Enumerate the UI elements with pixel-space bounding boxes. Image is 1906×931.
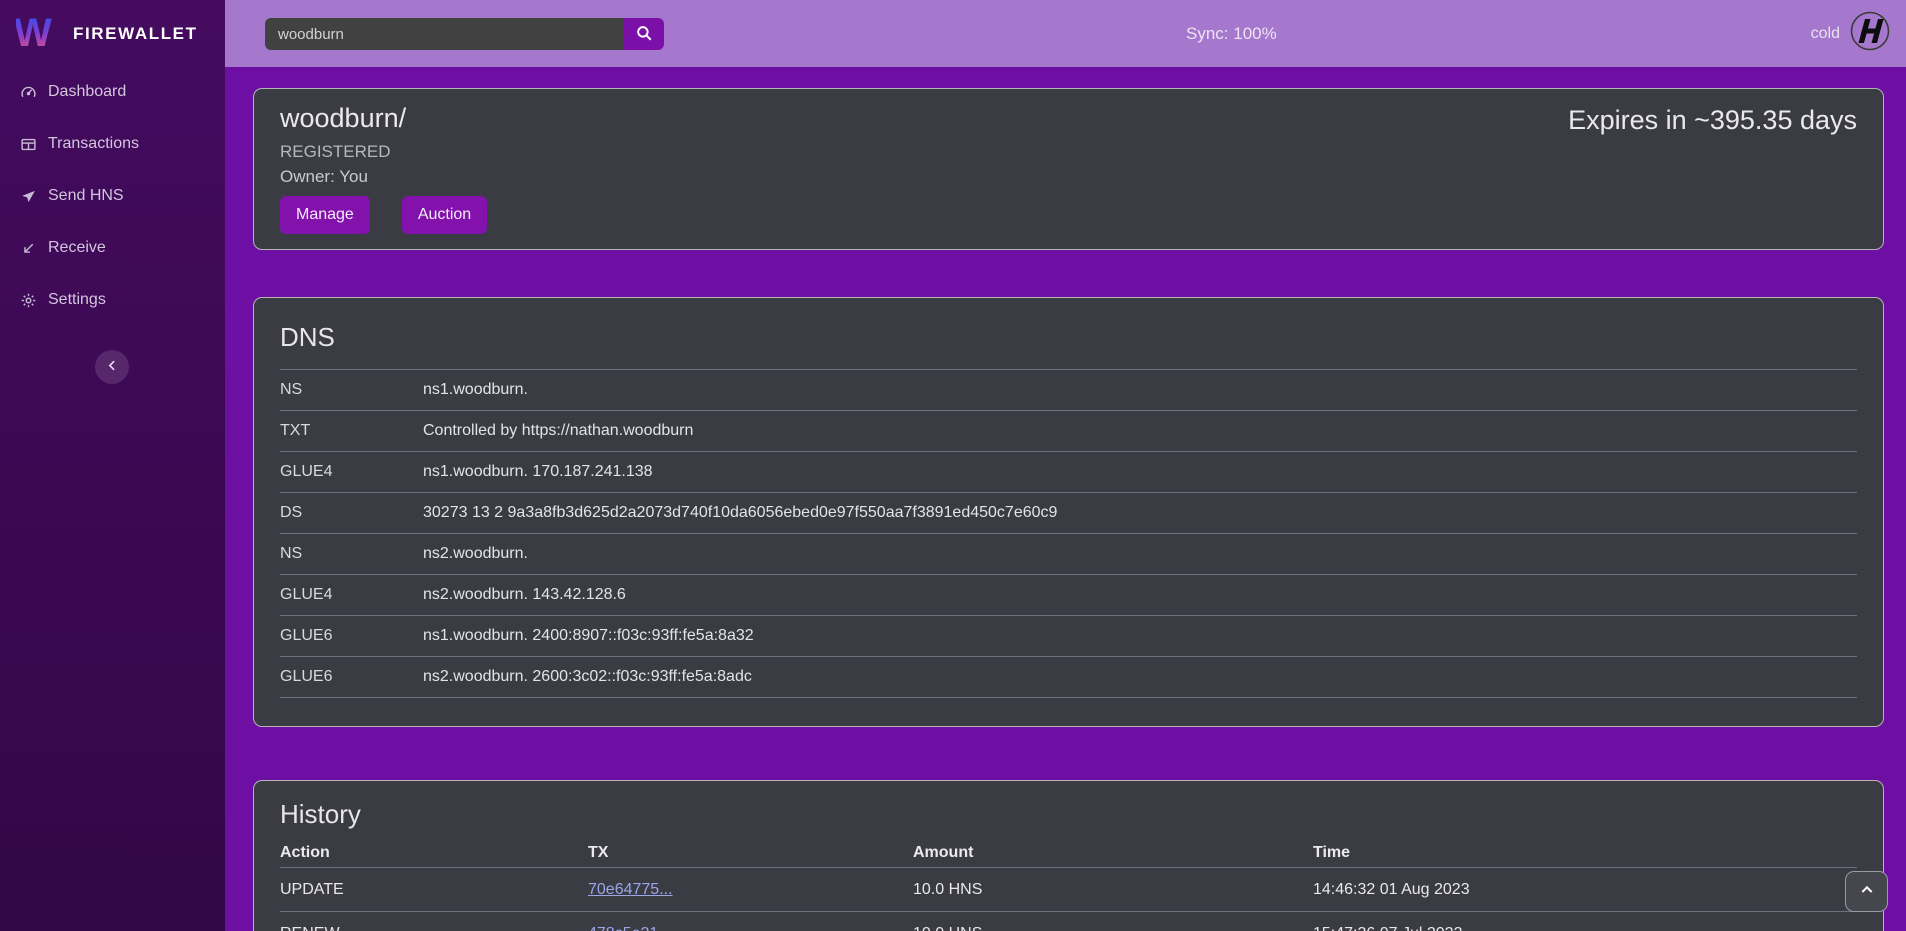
- dns-record-value: ns2.woodburn.: [423, 545, 528, 563]
- history-card-title: History: [280, 799, 1857, 830]
- dns-record-value: ns1.woodburn. 170.187.241.138: [423, 463, 653, 481]
- sidebar-item-label: Transactions: [48, 135, 139, 153]
- domain-status: REGISTERED: [280, 142, 1857, 162]
- domain-card: woodburn/ REGISTERED Owner: You Manage A…: [253, 88, 1884, 250]
- search-icon: [635, 24, 653, 45]
- app: { "theme": { "background": "#6c0fa2", "s…: [0, 0, 1906, 931]
- dns-record-row: DS30273 13 2 9a3a8fb3d625d2a2073d740f10d…: [280, 493, 1857, 534]
- domain-owner: Owner: You: [280, 167, 1857, 187]
- dns-record-type: DS: [280, 504, 423, 522]
- sidebar-item-label: Dashboard: [48, 83, 126, 101]
- history-table-header: Action TX Amount Time: [280, 838, 1857, 868]
- history-amount: 10.0 HNS: [913, 881, 1313, 899]
- wallet-selector[interactable]: cold: [1811, 0, 1890, 67]
- chevron-up-icon: [1859, 882, 1875, 901]
- history-row: UPDATE70e64775... 10.0 HNS14:46:32 01 Aug…: [280, 868, 1857, 912]
- domain-actions: Manage Auction: [280, 196, 1857, 234]
- sidebar-item-label: Settings: [48, 291, 106, 309]
- dns-record-value: ns2.woodburn. 143.42.128.6: [423, 586, 626, 604]
- brand: W FIREWALLET: [0, 0, 225, 54]
- history-amount: 10.0 HNS: [913, 925, 1313, 931]
- sidebar-item-send-hns[interactable]: Send HNS: [0, 170, 225, 222]
- dns-record-type: TXT: [280, 422, 423, 440]
- brand-name: FIREWALLET: [73, 24, 198, 44]
- handshake-icon: [1850, 11, 1890, 56]
- sidebar-item-transactions[interactable]: Transactions: [0, 118, 225, 170]
- sync-status: Sync: 100%: [1186, 0, 1277, 67]
- tx-link[interactable]: 70e64775...: [588, 881, 673, 898]
- dns-record-value: ns1.woodburn.: [423, 381, 528, 399]
- dns-record-row: TXTControlled by https://nathan.woodburn: [280, 411, 1857, 452]
- dns-table: NSns1.woodburn.TXTControlled by https://…: [280, 369, 1857, 698]
- dns-record-type: GLUE4: [280, 463, 423, 481]
- history-action: RENEW: [280, 925, 588, 931]
- history-tx-cell: 478c5e21...: [588, 925, 913, 931]
- dns-record-row: NSns2.woodburn.: [280, 534, 1857, 575]
- dns-card-title: DNS: [280, 322, 1857, 353]
- dns-record-row: GLUE4ns1.woodburn. 170.187.241.138: [280, 452, 1857, 493]
- history-action: UPDATE: [280, 881, 588, 899]
- dns-record-type: GLUE4: [280, 586, 423, 604]
- dns-record-type: NS: [280, 381, 423, 399]
- scroll-to-top-button[interactable]: [1845, 871, 1888, 912]
- receive-icon: [19, 240, 37, 257]
- dns-record-type: GLUE6: [280, 668, 423, 686]
- auction-button[interactable]: Auction: [402, 196, 487, 234]
- column-header-action: Action: [280, 844, 588, 862]
- dns-record-value: ns1.woodburn. 2400:8907::f03c:93ff:fe5a:…: [423, 627, 754, 645]
- dns-record-row: GLUE6ns2.woodburn. 2600:3c02::f03c:93ff:…: [280, 657, 1857, 698]
- history-time: 14:46:32 01 Aug 2023: [1313, 881, 1857, 899]
- dns-record-row: GLUE6ns1.woodburn. 2400:8907::f03c:93ff:…: [280, 616, 1857, 657]
- search-input[interactable]: [265, 18, 623, 50]
- column-header-tx: TX: [588, 844, 913, 862]
- dashboard-icon: [19, 84, 37, 101]
- sidebar-nav: Dashboard Transactions Send HNS Receive: [0, 66, 225, 326]
- transactions-icon: [19, 136, 37, 153]
- dns-card: DNS NSns1.woodburn.TXTControlled by http…: [253, 297, 1884, 727]
- firewallet-logo-icon: W: [16, 10, 62, 57]
- history-table-body: UPDATE70e64775...10.0 HNS14:46:32 01 Aug…: [280, 868, 1857, 931]
- history-row: RENEW478c5e21... 10.0 HNS15:47:36 07 Jul …: [280, 912, 1857, 931]
- search-button[interactable]: [623, 18, 664, 50]
- dns-record-value: 30273 13 2 9a3a8fb3d625d2a2073d740f10da6…: [423, 504, 1057, 522]
- dns-record-type: GLUE6: [280, 627, 423, 645]
- dns-record-row: GLUE4ns2.woodburn. 143.42.128.6: [280, 575, 1857, 616]
- dns-record-value: Controlled by https://nathan.woodburn: [423, 422, 693, 440]
- column-header-time: Time: [1313, 844, 1857, 862]
- sidebar-item-receive[interactable]: Receive: [0, 222, 225, 274]
- sidebar-item-dashboard[interactable]: Dashboard: [0, 66, 225, 118]
- manage-button[interactable]: Manage: [280, 196, 370, 234]
- svg-text:W: W: [16, 11, 52, 52]
- history-tx-cell: 70e64775...: [588, 881, 913, 899]
- search-bar: [265, 18, 664, 50]
- chevron-left-icon: [106, 359, 119, 375]
- dns-record-row: NSns1.woodburn.: [280, 370, 1857, 411]
- history-time: 15:47:36 07 Jul 2023: [1313, 925, 1857, 931]
- expiry-label: Expires in ~395.35 days: [1568, 105, 1857, 136]
- dns-record-value: ns2.woodburn. 2600:3c02::f03c:93ff:fe5a:…: [423, 668, 752, 686]
- wallet-name: cold: [1811, 25, 1840, 43]
- sidebar-collapse-button[interactable]: [95, 350, 129, 384]
- column-header-amount: Amount: [913, 844, 1313, 862]
- send-icon: [19, 188, 37, 205]
- settings-icon: [19, 292, 37, 309]
- dns-record-type: NS: [280, 545, 423, 563]
- sidebar-item-label: Receive: [48, 239, 106, 257]
- sidebar-item-settings[interactable]: Settings: [0, 274, 225, 326]
- sidebar-item-label: Send HNS: [48, 187, 124, 205]
- sidebar: W FIREWALLET Dashboard Transactions: [0, 0, 225, 931]
- history-card: History Action TX Amount Time UPDATE70e6…: [253, 780, 1884, 931]
- tx-link[interactable]: 478c5e21...: [588, 925, 672, 931]
- topbar: Sync: 100% cold: [225, 0, 1906, 67]
